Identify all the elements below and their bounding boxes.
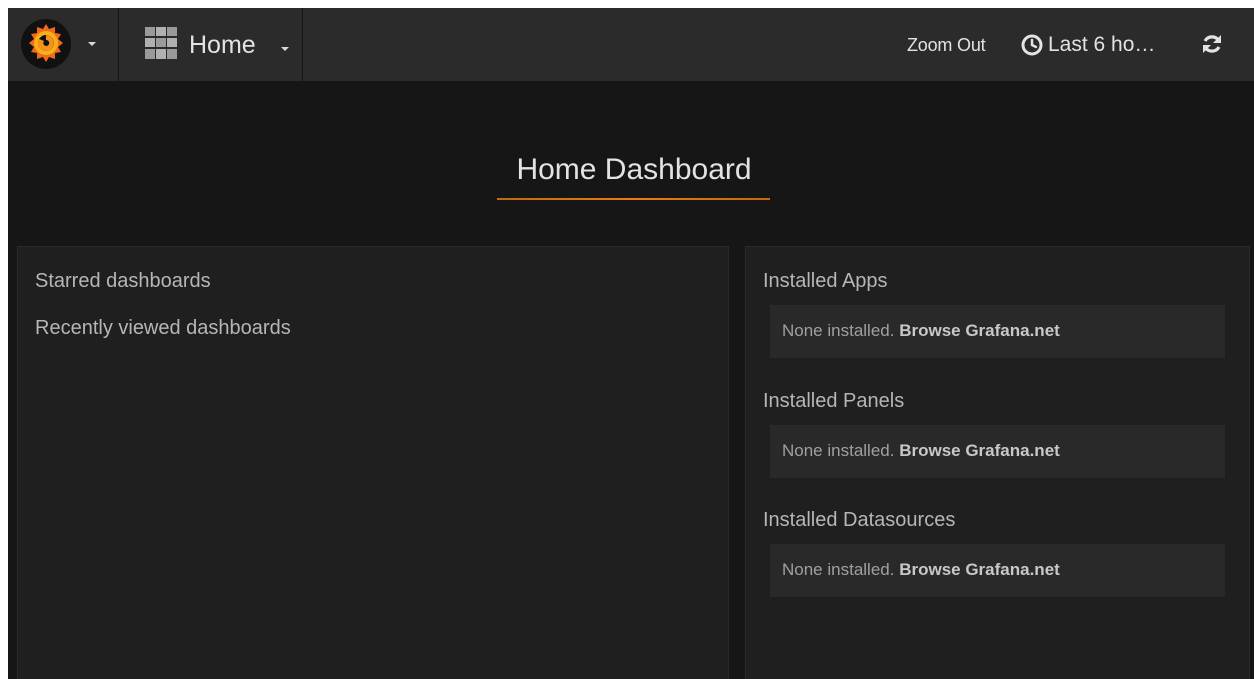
plugin-list-panel: Installed Apps None installed. Browse Gr… — [745, 246, 1250, 679]
side-menu-toggle[interactable] — [8, 8, 119, 81]
grafana-logo-icon — [21, 19, 71, 69]
refresh-icon[interactable] — [1200, 32, 1224, 56]
installed-apps-empty-box: None installed. Browse Grafana.net — [770, 305, 1225, 358]
installed-apps-heading: Installed Apps — [763, 270, 888, 292]
grafana-app: Home Zoom Out Last 6 ho… Home Dashboard … — [8, 8, 1254, 679]
installed-datasources-empty-box: None installed. Browse Grafana.net — [770, 544, 1225, 597]
title-underline — [497, 198, 770, 200]
dashboard-grid-icon — [145, 27, 177, 59]
chevron-down-icon — [88, 42, 96, 46]
browse-grafana-link[interactable]: Browse Grafana.net — [899, 560, 1060, 579]
time-range-picker[interactable]: Last 6 ho… — [1048, 33, 1155, 57]
installed-panels-empty-box: None installed. Browse Grafana.net — [770, 425, 1225, 478]
empty-message: None installed. Browse Grafana.net — [782, 321, 1060, 341]
empty-message: None installed. Browse Grafana.net — [782, 441, 1060, 461]
page-title: Home Dashboard — [516, 153, 752, 186]
installed-panels-heading: Installed Panels — [763, 390, 905, 412]
empty-message: None installed. Browse Grafana.net — [782, 560, 1060, 580]
dashboard-picker-button[interactable]: Home — [119, 8, 303, 81]
clock-icon — [1021, 34, 1043, 56]
installed-datasources-heading: Installed Datasources — [763, 509, 956, 531]
dashboard-list-panel: Starred dashboards Recently viewed dashb… — [17, 246, 729, 679]
chevron-down-icon — [281, 47, 289, 51]
browse-grafana-link[interactable]: Browse Grafana.net — [899, 441, 1060, 460]
zoom-out-button[interactable]: Zoom Out — [907, 35, 986, 55]
empty-text: None installed. — [782, 560, 895, 579]
starred-dashboards-heading: Starred dashboards — [35, 270, 211, 292]
empty-text: None installed. — [782, 321, 895, 340]
dashboard-title: Home — [189, 31, 256, 59]
top-navbar: Home Zoom Out Last 6 ho… — [8, 8, 1254, 81]
empty-text: None installed. — [782, 441, 895, 460]
recent-dashboards-heading: Recently viewed dashboards — [35, 317, 291, 339]
browse-grafana-link[interactable]: Browse Grafana.net — [899, 321, 1060, 340]
